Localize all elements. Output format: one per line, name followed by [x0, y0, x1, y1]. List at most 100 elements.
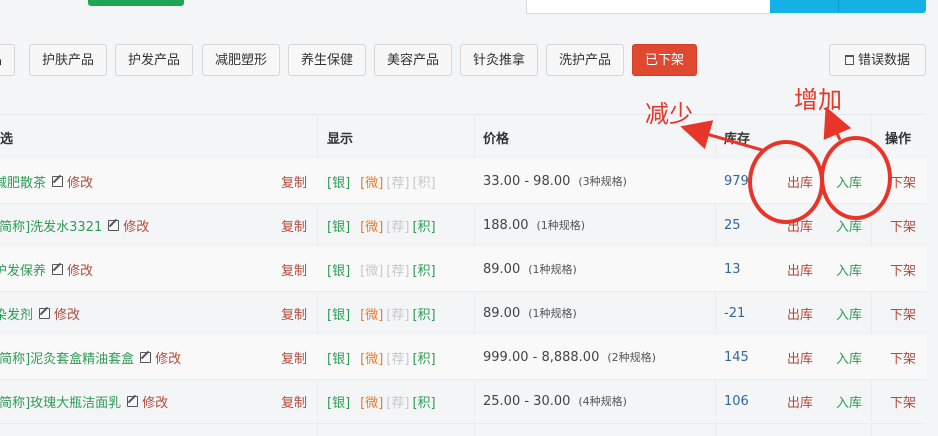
header-name: 选	[0, 131, 14, 147]
flag-tag[interactable]: [荐]	[386, 304, 409, 323]
header-stock: 库存	[724, 131, 751, 147]
stock-value: 145	[724, 349, 749, 365]
copy-link[interactable]: 复制	[281, 379, 307, 423]
flag-tag[interactable]: [积]	[412, 172, 435, 191]
category-tab[interactable]: 护肤产品	[29, 44, 108, 76]
stock-in-link[interactable]: 入库	[836, 247, 862, 291]
flag-tag[interactable]: [银]	[327, 216, 350, 235]
edit-icon	[52, 175, 64, 187]
price-cell: 188.00 (1种规格)	[483, 203, 585, 247]
copy-link[interactable]: 复制	[281, 159, 307, 203]
copy-link[interactable]: 复制	[281, 291, 307, 335]
annotation-increase: 增加	[794, 86, 842, 114]
stock-in-link[interactable]: 入库	[836, 291, 862, 335]
edit-link[interactable]: 修改	[155, 348, 181, 367]
category-tab[interactable]: 品	[0, 44, 16, 76]
copy-link[interactable]: 复制	[281, 203, 307, 247]
header-actions: 操作	[885, 131, 912, 147]
unlist-link[interactable]: 下架	[890, 291, 916, 335]
price-cell: 89.00 (1种规格)	[483, 291, 577, 335]
product-name-link[interactable]: 减肥散茶	[0, 172, 46, 191]
product-name-link[interactable]: 染发剂	[0, 304, 33, 323]
search-button[interactable]	[770, 0, 926, 13]
unlist-link[interactable]: 下架	[890, 203, 916, 247]
flag-tag[interactable]: [银]	[327, 304, 350, 323]
flag-tag[interactable]: [微]	[360, 392, 383, 411]
top-bar	[0, 0, 938, 22]
flag-tag[interactable]: [荐]	[386, 216, 409, 235]
stock-value: 106	[724, 393, 749, 409]
flag-tag[interactable]: [银]	[327, 260, 350, 279]
flag-tag[interactable]: [银]	[327, 392, 350, 411]
category-tab[interactable]: 美容产品	[374, 44, 453, 76]
flag-tag[interactable]: [荐]	[386, 392, 409, 411]
stock-out-link[interactable]: 出库	[787, 335, 813, 379]
spec-count: (4种规格)	[578, 395, 627, 408]
flag-tag[interactable]: [微]	[360, 172, 383, 191]
stock-value: -21	[724, 305, 746, 321]
product-name-link[interactable]: [简称]洗发水3321	[0, 216, 102, 235]
price-value: 188.00	[483, 217, 529, 233]
product-name-link[interactable]: [简称]玫瑰大瓶洁面乳	[0, 392, 121, 411]
unlist-link[interactable]: 下架	[890, 335, 916, 379]
product-name-link[interactable]: 护发保养	[0, 260, 46, 279]
flag-tag[interactable]: [微]	[360, 348, 383, 367]
category-tab[interactable]: 洗护产品	[546, 44, 625, 76]
stock-value: 25	[724, 217, 741, 233]
search-button-divider	[838, 0, 839, 13]
stock-out-link[interactable]: 出库	[787, 291, 813, 335]
flag-tag[interactable]: [积]	[412, 392, 435, 411]
flag-tag[interactable]: [积]	[412, 260, 435, 279]
edit-link[interactable]: 修改	[67, 260, 93, 279]
flag-tag[interactable]: [银]	[327, 348, 350, 367]
unlist-link[interactable]: 下架	[890, 379, 916, 423]
edit-link[interactable]: 修改	[54, 304, 80, 323]
category-tab[interactable]: 减肥塑形	[202, 44, 281, 76]
flag-tag[interactable]: [荐]	[386, 260, 409, 279]
product-name-link[interactable]: [简称]泥灸套盒精油套盒	[0, 348, 134, 367]
add-product-button[interactable]	[88, 0, 184, 6]
flag-tag[interactable]: [微]	[360, 216, 383, 235]
product-table: 选 显示 价格 库存 操作 减肥散茶 修改 复制 [银] [微] [荐] [积] 33.00 …	[0, 114, 926, 436]
stock-out-link[interactable]: 出库	[787, 247, 813, 291]
unlist-link[interactable]: 下架	[890, 247, 916, 291]
flag-tag[interactable]: [微]	[360, 304, 383, 323]
table-row: [简称]泥灸套盒精油套盒 修改 复制 [银] [微] [荐] [积] 999.00 - 8,8…	[0, 335, 926, 380]
stock-out-link[interactable]: 出库	[787, 379, 813, 423]
display-flags: [银] [微] [荐] [积]	[327, 247, 439, 291]
edit-link[interactable]: 修改	[123, 216, 149, 235]
flag-tag[interactable]: [荐]	[386, 348, 409, 367]
highlight-circle-out	[748, 140, 824, 224]
display-flags: [银] [微] [荐] [积]	[327, 379, 439, 423]
price-value: 25.00 - 30.00	[483, 393, 571, 409]
copy-link[interactable]: 复制	[281, 247, 307, 291]
copy-link[interactable]: 复制	[281, 335, 307, 379]
stock-in-link[interactable]: 入库	[836, 379, 862, 423]
search-input[interactable]	[526, 0, 772, 14]
price-value: 33.00 - 98.00	[483, 173, 571, 189]
edit-link[interactable]: 修改	[142, 392, 168, 411]
category-tab[interactable]: 护发产品	[115, 44, 194, 76]
flag-tag[interactable]: [荐]	[386, 172, 409, 191]
edit-icon	[127, 395, 139, 407]
unlist-link[interactable]: 下架	[890, 159, 916, 203]
category-tab[interactable]: 养生保健	[288, 44, 367, 76]
price-cell: 89.00 (1种规格)	[483, 247, 577, 291]
edit-link[interactable]: 修改	[67, 172, 93, 191]
flag-tag[interactable]: [银]	[327, 172, 350, 191]
flag-tag[interactable]: [积]	[412, 304, 435, 323]
spec-count: (3种规格)	[578, 175, 627, 188]
highlight-circle-in	[820, 136, 892, 220]
table-row: [简称]玫瑰大瓶洁面乳 修改 复制 [银] [微] [荐] [积] 25.00 - 30.00…	[0, 379, 926, 424]
stock-value: 979	[724, 173, 749, 189]
spec-count: (1种规格)	[536, 219, 586, 232]
flag-tag[interactable]: [积]	[412, 348, 435, 367]
stock-in-link[interactable]: 入库	[836, 335, 862, 379]
flag-tag[interactable]: [微]	[360, 260, 383, 279]
price-value: 999.00 - 8,888.00	[483, 349, 600, 365]
category-tab[interactable]: 已下架	[632, 44, 698, 76]
category-tab[interactable]: 针灸推拿	[460, 44, 539, 76]
price-value: 89.00	[483, 305, 521, 321]
flag-tag[interactable]: [积]	[412, 216, 435, 235]
error-data-button[interactable]: 错误数据	[829, 44, 926, 76]
